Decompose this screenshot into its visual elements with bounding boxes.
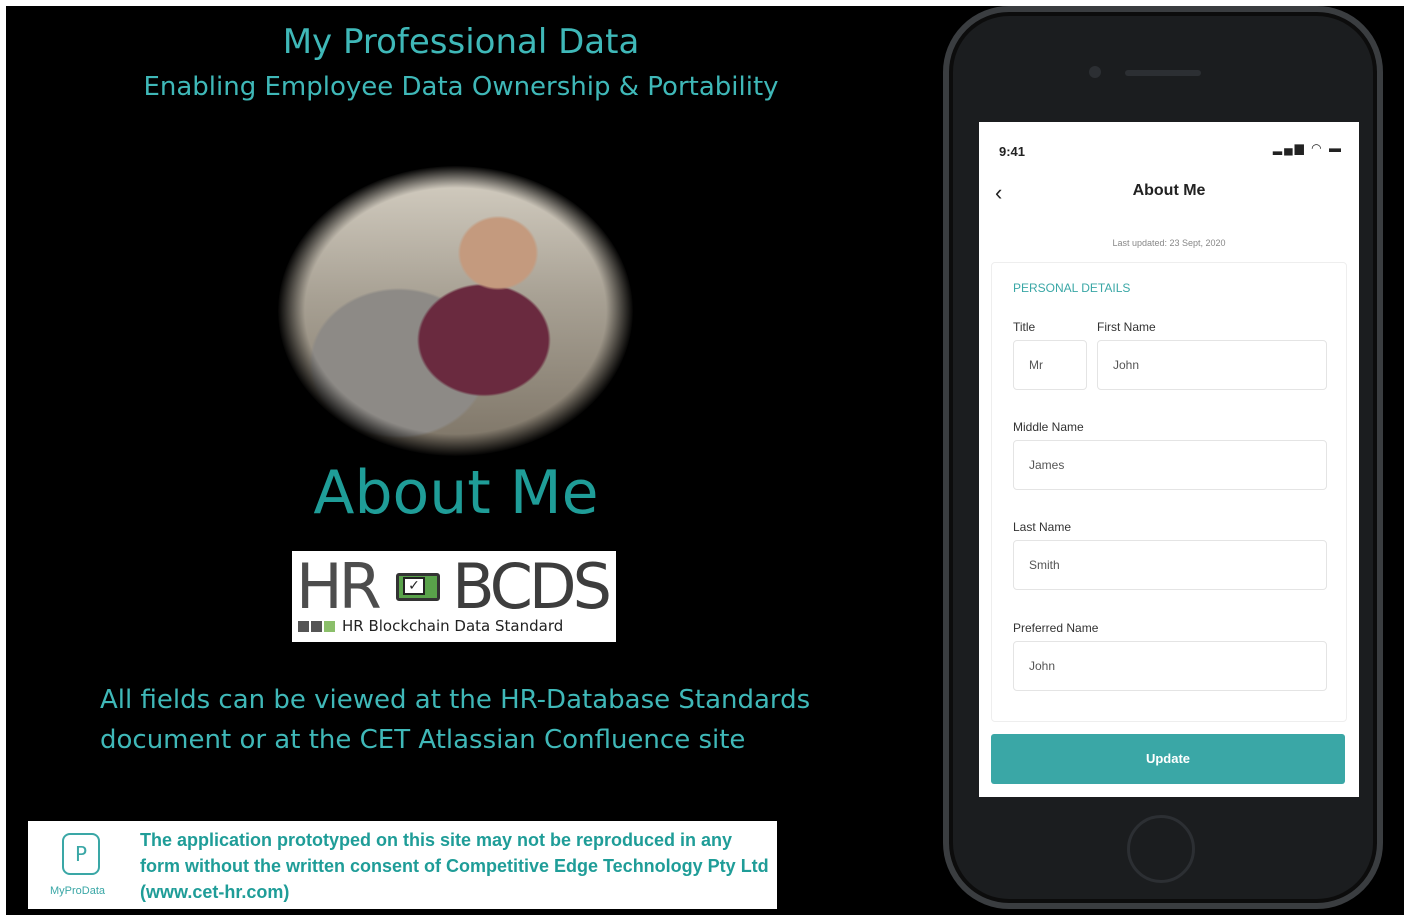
title-field[interactable]: Mr <box>1013 340 1087 390</box>
title-label: Title <box>1013 320 1036 334</box>
phone-mockup: 9:41 ▂▄▆ ◠ ▬ ‹ About Me Last updated: 23… <box>943 6 1383 909</box>
logo-check-badge-icon: ✓ <box>396 573 440 601</box>
slide-subtitle: Enabling Employee Data Ownership & Porta… <box>143 72 779 102</box>
status-time: 9:41 <box>999 144 1026 159</box>
logo-bcds-text: BCDS <box>452 550 612 623</box>
middle-name-label: Middle Name <box>1013 420 1084 434</box>
myprodata-brand: MyProData <box>50 885 106 897</box>
copyright-footer: P MyProData The application prototyped o… <box>28 821 777 909</box>
last-name-field[interactable]: Smith <box>1013 540 1327 590</box>
preferred-name-field[interactable]: John <box>1013 641 1327 691</box>
section-heading: About Me <box>313 458 599 528</box>
home-button[interactable] <box>1127 815 1195 883</box>
wifi-icon: ◠ <box>1311 141 1324 155</box>
speaker-grille <box>1125 70 1201 76</box>
app-screen: 9:41 ▂▄▆ ◠ ▬ ‹ About Me Last updated: 23… <box>979 122 1359 797</box>
hr-bcds-logo: HR ✓ BCDS HR Blockchain Data Standard <box>292 551 616 642</box>
woman-with-laptop-photo <box>278 166 633 456</box>
slide-title: My Professional Data <box>282 22 640 62</box>
last-name-label: Last Name <box>1013 520 1072 534</box>
update-button[interactable]: Update <box>991 734 1345 784</box>
middle-name-field[interactable]: James <box>1013 440 1327 490</box>
myprodata-logo-icon: P <box>62 833 100 875</box>
first-name-field[interactable]: John <box>1097 340 1327 390</box>
status-icons: ▂▄▆ ◠ ▬ <box>1273 141 1343 155</box>
battery-icon: ▬ <box>1329 141 1343 155</box>
first-name-label: First Name <box>1097 320 1156 334</box>
logo-squares-icon <box>298 621 335 632</box>
info-note: All fields can be viewed at the HR-Datab… <box>100 685 811 755</box>
copyright-text: The application prototyped on this site … <box>140 830 769 902</box>
section-label: PERSONAL DETAILS <box>1013 281 1131 295</box>
logo-tagline: HR Blockchain Data Standard <box>342 617 564 635</box>
screen-title: About Me <box>1132 182 1206 199</box>
preferred-name-label: Preferred Name <box>1013 621 1099 635</box>
last-updated: Last updated: 23 Sept, 2020 <box>1112 238 1226 248</box>
logo-hr-text: HR <box>296 550 382 623</box>
signal-icon: ▂▄▆ <box>1272 141 1306 155</box>
camera-icon <box>1089 66 1101 78</box>
